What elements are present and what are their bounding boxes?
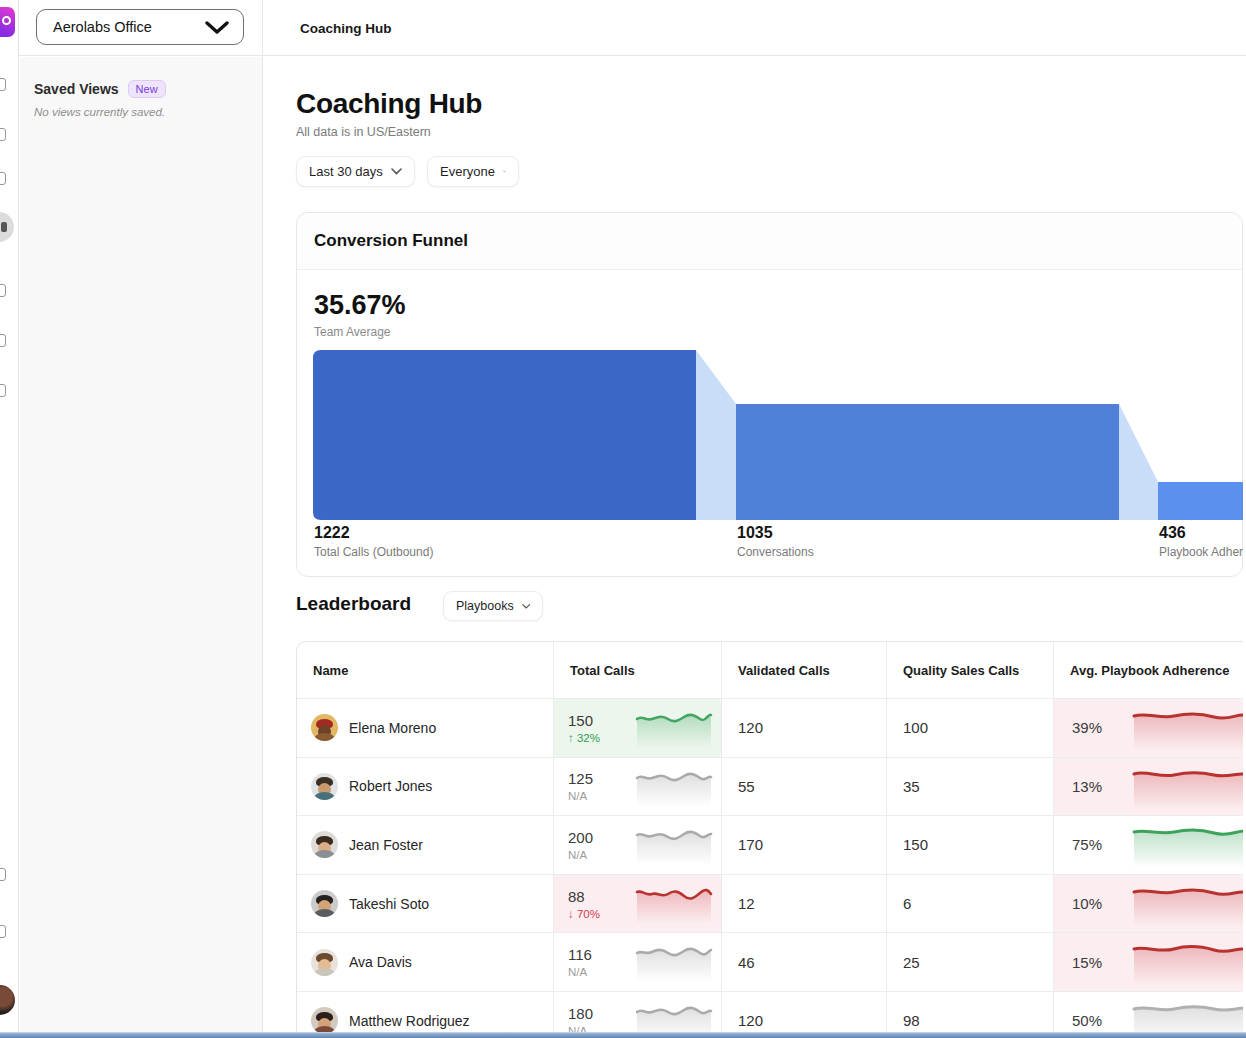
funnel-stage-label: 436 Playbook Adherence <box>1159 524 1246 559</box>
sparkline <box>1130 703 1246 753</box>
people-filter[interactable]: Everyone <box>427 156 519 187</box>
leaderboard-title: Leaderboard <box>296 593 411 615</box>
col-header-validated-calls: Validated Calls <box>722 642 887 698</box>
workspace-selector[interactable]: Aerolabs Office <box>36 9 244 45</box>
app-nav-rail <box>0 0 19 1038</box>
sidebar-divider <box>262 0 263 1038</box>
user-avatar[interactable] <box>0 985 15 1015</box>
date-range-filter[interactable]: Last 30 days <box>296 156 415 187</box>
nav-icon[interactable] <box>0 868 6 881</box>
avatar <box>311 714 338 741</box>
sparkline <box>1130 762 1246 812</box>
sparkline <box>635 765 713 809</box>
chevron-down-icon <box>205 21 229 34</box>
nav-icon[interactable] <box>0 384 6 397</box>
funnel-stage-label: 1035 Conversations <box>737 524 814 559</box>
sparkline <box>635 940 713 984</box>
funnel-chart <box>313 350 1244 520</box>
page-title: Coaching Hub <box>281 0 392 56</box>
nav-icon[interactable] <box>0 334 6 347</box>
new-badge: New <box>128 80 166 98</box>
sparkline <box>635 823 713 867</box>
col-header-avg-playbook-adherence: Avg. Playbook Adherence <box>1054 642 1246 698</box>
nav-icon[interactable] <box>0 284 6 297</box>
funnel-card-title: Conversion Funnel <box>297 213 1242 270</box>
avatar <box>311 773 338 800</box>
chevron-down-icon <box>522 603 530 610</box>
timezone-note: All data is in US/Eastern <box>296 125 431 139</box>
sparkline <box>1130 820 1246 870</box>
app-logo-icon[interactable] <box>0 7 15 37</box>
top-bar: Aerolabs Office Coaching Hub <box>19 0 1246 56</box>
table-row: Takeshi Soto 88↓ 70% 12 6 10% <box>297 875 1246 934</box>
col-header-quality-sales-calls: Quality Sales Calls <box>887 642 1054 698</box>
avatar <box>311 949 338 976</box>
saved-views-empty-message: No views currently saved. <box>34 106 165 118</box>
nav-icon[interactable] <box>0 128 6 141</box>
chevron-down-icon <box>391 168 402 175</box>
col-header-name: Name <box>297 642 554 698</box>
page-heading: Coaching Hub <box>296 88 482 120</box>
table-row: Robert Jones 125N/A 55 35 13% <box>297 758 1246 817</box>
chevron-down-icon <box>503 168 506 175</box>
team-average-value: 35.67% <box>314 290 406 321</box>
funnel-stage-label: 1222 Total Calls (Outbound) <box>314 524 433 559</box>
sparkline <box>1130 879 1246 929</box>
table-header-row: Name Total Calls Validated Calls Quality… <box>297 642 1246 699</box>
nav-icon[interactable] <box>0 78 6 91</box>
saved-views-label: Saved Views <box>34 81 119 97</box>
conversion-funnel-card: Conversion Funnel 35.67% Team Average 12… <box>296 212 1243 577</box>
window-bottom-edge <box>0 1032 1246 1038</box>
nav-icon[interactable] <box>0 925 6 938</box>
avatar <box>311 890 338 917</box>
nav-icon[interactable] <box>0 172 6 185</box>
workspace-name: Aerolabs Office <box>53 19 152 35</box>
sparkline <box>635 882 713 926</box>
sparkline <box>1130 937 1246 987</box>
nav-icon-active[interactable] <box>0 212 14 242</box>
col-header-total-calls: Total Calls <box>554 642 722 698</box>
avatar <box>311 1007 338 1034</box>
saved-views-sidebar: Saved Views New No views currently saved… <box>20 57 262 1038</box>
table-row: Ava Davis 116N/A 46 25 15% <box>297 933 1246 992</box>
leaderboard-metric-selector[interactable]: Playbooks <box>443 591 543 621</box>
table-row: Jean Foster 200N/A 170 150 75% <box>297 816 1246 875</box>
team-average-label: Team Average <box>314 325 391 339</box>
avatar <box>311 831 338 858</box>
sparkline <box>635 706 713 750</box>
main-content: Coaching Hub All data is in US/Eastern L… <box>263 57 1246 1038</box>
leaderboard-table: Name Total Calls Validated Calls Quality… <box>296 641 1246 1038</box>
table-row: Elena Moreno 150↑ 32% 120 100 39% <box>297 699 1246 758</box>
